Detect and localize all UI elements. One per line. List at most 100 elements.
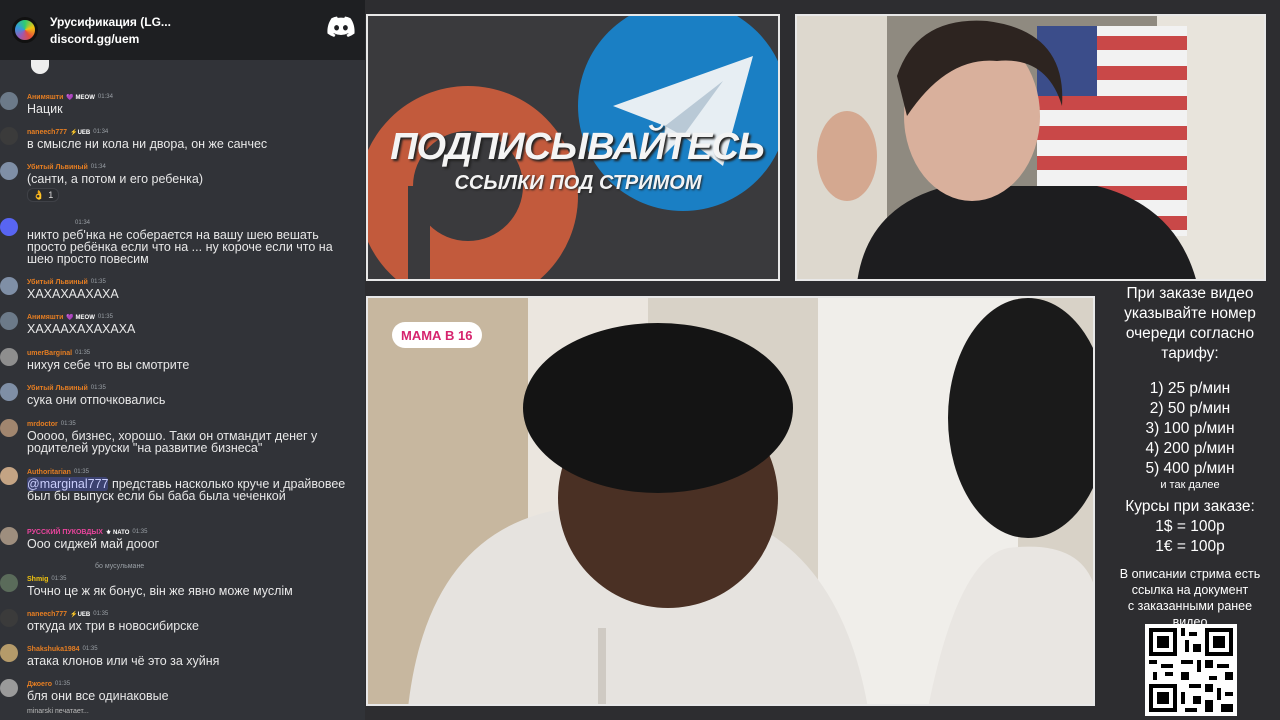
message-text: Точно це ж як бонус, він же явно може му… [27, 584, 293, 598]
message-timestamp: 01:35 [73, 469, 89, 475]
webcam-scene [797, 16, 1264, 279]
message-author[interactable]: Shakshuka1984 [27, 646, 80, 653]
description-line: ссылка на документ [1131, 583, 1249, 597]
message-timestamp: 01:35 [60, 421, 76, 427]
message-author[interactable]: umerBarginal [27, 350, 72, 357]
message-text: в смысле ни кола ни двора, он же санчес [27, 137, 268, 151]
discord-chat-panel: Урусификация (LG... discord.gg/uem Анимя… [0, 0, 365, 720]
rates-title: Курсы при заказе: [1125, 498, 1255, 515]
order-heading-line: очереди согласно [1125, 325, 1255, 342]
message-text: сука они отпочковались [27, 393, 166, 407]
message-author[interactable]: Анимяшти [27, 94, 63, 101]
description-note: В описании стрима есть ссылка на докумен… [1100, 566, 1280, 630]
description-line: с заказанными ранее [1127, 599, 1253, 613]
avatar[interactable] [0, 527, 18, 545]
message-timestamp: 01:35 [132, 529, 148, 535]
description-line: В описании стрима есть [1119, 567, 1261, 581]
order-heading-line: указывайте номер [1124, 305, 1256, 322]
avatar[interactable] [0, 383, 18, 401]
user-badge: 💜 MEOW [66, 94, 95, 101]
message-author[interactable]: Убитый Львиный [27, 279, 88, 286]
avatar[interactable] [0, 644, 18, 662]
avatar[interactable] [0, 467, 18, 485]
chat-header: Урусификация (LG... discord.gg/uem [0, 0, 365, 60]
reaction-count: 1 [48, 190, 54, 200]
tariff-item: 2) 50 р/мин [1149, 400, 1231, 417]
webcam-feed [795, 14, 1266, 281]
message-timestamp: 01:35 [90, 279, 106, 285]
video-scene [368, 298, 1093, 704]
rate-item: 1€ = 100р [1155, 538, 1225, 555]
message-author[interactable]: naneech777 [27, 129, 67, 136]
ok-hand-icon: 👌 [33, 189, 45, 200]
avatar[interactable] [0, 348, 18, 366]
message-timestamp: 01:35 [75, 350, 91, 356]
message-timestamp: 01:35 [90, 385, 106, 391]
promo-headline: ПОДПИСЫВАЙТЕСЬ [390, 126, 765, 168]
reply-preview[interactable]: бо мусульмане [95, 563, 144, 570]
message-author[interactable]: naneech777 [27, 611, 67, 618]
message-timestamp: 01:34 [93, 129, 109, 135]
show-badge: МАМА В 16 [392, 322, 482, 348]
message-author[interactable]: Убитый Львиный [27, 164, 88, 171]
order-heading: При заказе видео указывайте номер очеред… [1100, 284, 1280, 364]
message-list[interactable]: Анимяшти 💜 MEOW 01:34 Нацик naneech777 ⚡… [0, 58, 365, 708]
server-icon[interactable] [12, 17, 38, 43]
user-badge: ⚡UEB [70, 611, 91, 618]
tariff-more: и так далее [1160, 479, 1220, 491]
avatar[interactable] [0, 419, 18, 437]
server-invite-link[interactable]: discord.gg/uem [50, 32, 171, 46]
tariff-item: 5) 400 р/мин [1145, 460, 1235, 477]
promo-subline: ССЫЛКИ ПОД СТРИМОМ [454, 172, 702, 194]
message-author[interactable]: Анимяшти [27, 314, 63, 321]
user-badge: 💜 MEOW [66, 314, 95, 321]
tariff-item: 3) 100 р/мин [1145, 420, 1235, 437]
main-video-player[interactable]: МАМА В 16 [366, 296, 1095, 706]
message-text: атака клонов или чё это за хуйня [27, 654, 220, 668]
message-text: ХАХАХААХАХА [27, 287, 119, 301]
message-author[interactable]: Shmig [27, 576, 48, 583]
stream-layout: Урусификация (LG... discord.gg/uem Анимя… [0, 0, 1280, 720]
subscribe-promo-panel: ПОДПИСЫВАЙТЕСЬ ССЫЛКИ ПОД СТРИМОМ [366, 14, 780, 281]
tariff-item: 1) 25 р/мин [1149, 380, 1231, 397]
message-timestamp: 01:34 [75, 220, 91, 226]
order-heading-line: При заказе видео [1126, 285, 1254, 302]
message-author[interactable]: Убитый Львиный [27, 385, 88, 392]
avatar[interactable] [0, 162, 18, 180]
message-timestamp: 01:35 [51, 576, 67, 582]
avatar[interactable] [0, 609, 18, 627]
order-heading-line: тарифу: [1161, 345, 1219, 362]
message-text: никто реб'нка не соберается на вашу шею … [27, 228, 333, 266]
message-author[interactable]: Джоего [27, 681, 52, 688]
tariff-list: 1) 25 р/мин 2) 50 р/мин 3) 100 р/мин 4) … [1100, 379, 1280, 491]
typing-indicator: minarski печатает... [27, 708, 89, 715]
avatar[interactable] [0, 574, 18, 592]
message-timestamp: 01:34 [90, 164, 106, 170]
avatar[interactable] [0, 127, 18, 145]
reaction-chip[interactable]: 👌 1 [27, 188, 60, 202]
user-badge: ⚜ NATO [105, 529, 130, 536]
message-text: Нацик [27, 102, 63, 116]
message-timestamp: 01:35 [55, 681, 71, 687]
avatar[interactable] [0, 679, 18, 697]
message-text: Ооо сиджей май дооог [27, 537, 160, 551]
avatar[interactable] [0, 218, 18, 236]
avatar[interactable] [0, 277, 18, 295]
rate-item: 1$ = 100р [1155, 518, 1225, 535]
avatar[interactable] [0, 312, 18, 330]
avatar[interactable] [0, 92, 18, 110]
qr-code-icon[interactable] [1145, 624, 1237, 716]
user-badge: ⚡UEB [70, 129, 91, 136]
message-text: откуда их три в новосибирске [27, 619, 199, 633]
message-text: ХАХААХАХАХАХА [27, 322, 136, 336]
message-author[interactable]: Authoritarian [27, 469, 71, 476]
message-author[interactable]: РУССКИЙ ПУКОВДЫХ [27, 529, 103, 536]
message-text: нихуя себе что вы смотрите [27, 358, 190, 372]
message-timestamp: 01:35 [93, 611, 109, 617]
order-info-panel: При заказе видео указывайте номер очеред… [1100, 284, 1280, 720]
message-text: (санти, а потом и его ребенка) [27, 172, 204, 186]
message-author[interactable]: mrdoctor [27, 421, 58, 428]
message-text: @marginal777 представь насколько круче и… [27, 477, 357, 502]
message-timestamp: 01:35 [97, 314, 113, 320]
message-timestamp: 01:35 [82, 646, 98, 652]
